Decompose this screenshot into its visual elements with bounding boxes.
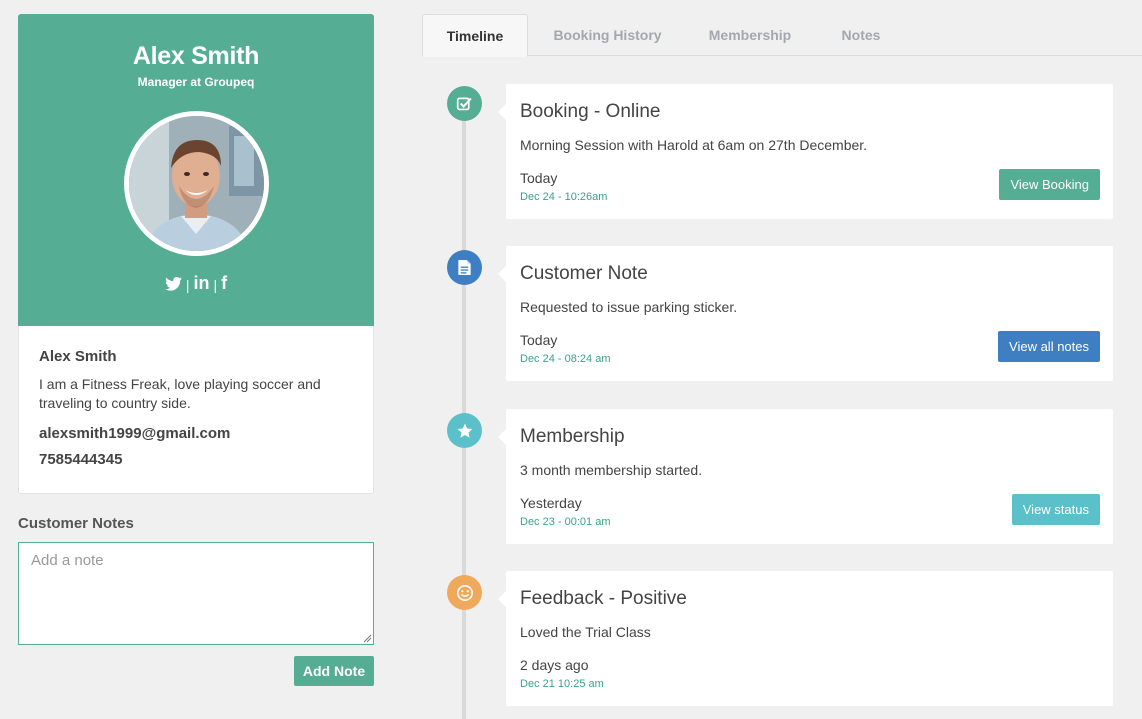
timeline-when: Today	[520, 332, 558, 348]
about-phone: 7585444345	[39, 451, 123, 468]
timeline-card-note: Customer Note Requested to issue parking…	[498, 246, 1113, 381]
timeline-line	[462, 102, 466, 719]
timeline-date: Dec 21 10:25 am	[520, 678, 604, 690]
about-email: alexsmith1999@gmail.com	[39, 425, 231, 442]
view-booking-button[interactable]: View Booking	[999, 169, 1100, 200]
tab-timeline[interactable]: Timeline	[422, 14, 528, 57]
note-input[interactable]	[18, 542, 374, 645]
about-card: Alex Smith I am a Fitness Freak, love pl…	[18, 326, 374, 494]
timeline-title: Customer Note	[520, 263, 648, 284]
profile-name: Alex Smith	[132, 42, 260, 70]
profile-card: Alex Smith Manager at Groupeq | in | f	[18, 14, 374, 326]
timeline-card-membership: Membership 3 month membership started. Y…	[498, 409, 1113, 544]
customer-notes-title: Customer Notes	[18, 515, 134, 532]
tab-bar: Timeline Booking History Membership Note…	[422, 14, 1142, 57]
tab-membership[interactable]: Membership	[696, 14, 804, 56]
add-note-button[interactable]: Add Note	[294, 656, 374, 686]
avatar	[124, 111, 269, 256]
document-icon	[447, 250, 482, 285]
star-icon	[447, 413, 482, 448]
linkedin-icon[interactable]: in	[194, 273, 210, 294]
timeline-card-booking: Booking - Online Morning Session with Ha…	[498, 84, 1113, 219]
social-separator: |	[213, 277, 218, 293]
timeline-title: Booking - Online	[520, 101, 661, 122]
tab-booking-history[interactable]: Booking History	[540, 14, 675, 56]
view-status-button[interactable]: View status	[1011, 494, 1100, 525]
tab-notes[interactable]: Notes	[830, 14, 892, 56]
timeline-date: Dec 23 - 00:01 am	[520, 516, 611, 528]
timeline-when: 2 days ago	[520, 657, 589, 673]
smiley-icon	[447, 575, 482, 610]
timeline-title: Membership	[520, 426, 625, 447]
twitter-icon[interactable]	[164, 276, 182, 291]
checkbox-icon	[447, 86, 482, 121]
about-name: Alex Smith	[39, 348, 117, 365]
timeline-description: 3 month membership started.	[520, 462, 703, 478]
timeline-description: Morning Session with Harold at 6am on 27…	[520, 137, 868, 153]
profile-role: Manager at Groupeq	[137, 75, 255, 89]
timeline-date: Dec 24 - 10:26am	[520, 191, 608, 203]
timeline-date: Dec 24 - 08:24 am	[520, 353, 611, 365]
timeline-when: Today	[520, 170, 558, 186]
facebook-icon[interactable]: f	[221, 273, 227, 294]
about-bio: I am a Fitness Freak, love playing socce…	[39, 376, 321, 411]
timeline-card-feedback: Feedback - Positive Loved the Trial Clas…	[498, 571, 1113, 706]
social-links: | in | f	[18, 273, 374, 294]
timeline-description: Loved the Trial Class	[520, 624, 651, 640]
social-separator: |	[185, 277, 190, 293]
timeline-when: Yesterday	[520, 495, 582, 511]
timeline-description: Requested to issue parking sticker.	[520, 299, 738, 315]
timeline-title: Feedback - Positive	[520, 588, 687, 609]
view-all-notes-button[interactable]: View all notes	[998, 331, 1100, 362]
